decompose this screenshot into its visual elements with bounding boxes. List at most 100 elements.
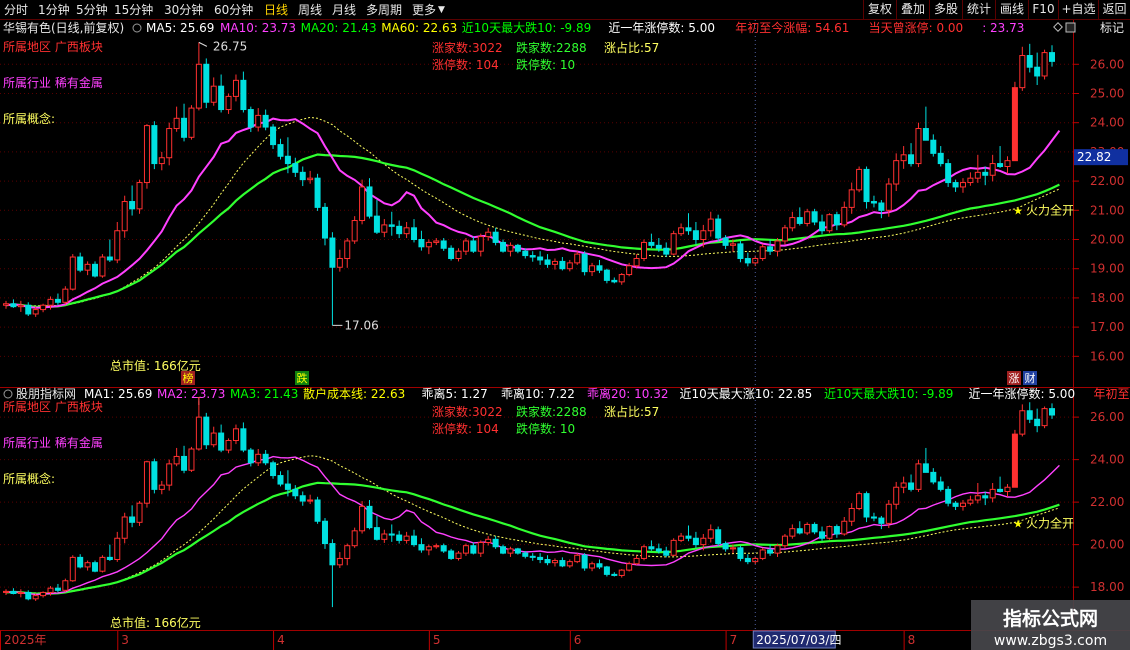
main-candle-body[interactable] [670,233,677,255]
sub-candle-body[interactable] [173,455,180,465]
main-candle-body[interactable] [989,163,996,176]
sub-candle-body[interactable] [218,432,225,451]
sub-candle-body[interactable] [292,488,299,497]
main-candle-body[interactable] [848,189,855,208]
sub-candle-body[interactable] [945,488,952,504]
main-candle-body[interactable] [997,163,1004,167]
sub-candle-body[interactable] [40,591,47,597]
main-candle-body[interactable] [678,227,685,235]
sub-candle-body[interactable] [566,561,573,567]
sub-candle-body[interactable] [47,587,54,593]
toolbar-button-4[interactable]: 画线 [995,0,1028,20]
sub-candle-body[interactable] [648,546,655,550]
main-candle-body[interactable] [411,227,418,241]
sub-candle-body[interactable] [3,590,9,593]
main-candle-body[interactable] [841,206,848,226]
sub-candle-body[interactable] [767,549,774,554]
main-candle-body[interactable] [433,240,440,243]
main-candle-body[interactable] [507,244,514,252]
period-tab-0[interactable]: 分时 [4,2,28,18]
sub-candle-body[interactable] [106,556,113,560]
main-candle-body[interactable] [774,240,781,252]
main-candle-body[interactable] [574,253,581,264]
period-tab-9[interactable]: 多周期 [366,2,402,18]
main-candle-body[interactable] [982,171,989,176]
main-candle-body[interactable] [767,246,774,252]
sub-candle-body[interactable] [930,471,937,483]
main-candle-body[interactable] [626,265,633,276]
sub-candle-body[interactable] [559,560,566,567]
sub-candle-body[interactable] [143,461,150,504]
main-candle-body[interactable] [500,241,507,252]
sub-candle-body[interactable] [344,545,351,559]
sub-candle-body[interactable] [1049,408,1055,416]
sub-candle-body[interactable] [158,484,165,490]
main-candle-body[interactable] [92,263,99,277]
main-candle-body[interactable] [811,211,818,223]
sub-candle-body[interactable] [359,505,366,532]
period-tab-3[interactable]: 15分钟 [114,2,153,18]
main-candle-body[interactable] [537,256,544,261]
sub-candle-body[interactable] [900,482,907,488]
period-tab-7[interactable]: 周线 [298,2,322,18]
main-candle-body[interactable] [959,182,966,188]
main-candle-body[interactable] [826,214,833,232]
sub-candle-body[interactable] [299,495,306,502]
main-candle-body[interactable] [181,117,188,138]
sub-candle-body[interactable] [470,545,477,554]
main-candle-body[interactable] [648,241,655,246]
period-tab-8[interactable]: 月线 [332,2,356,18]
main-candle-body[interactable] [730,243,737,246]
main-candle-body[interactable] [618,274,625,283]
sub-candle-body[interactable] [225,440,232,451]
sub-candle-body[interactable] [262,453,269,464]
main-candle-body[interactable] [1019,55,1026,89]
sub-candle-body[interactable] [959,502,966,507]
sub-candle-body[interactable] [203,416,210,446]
sub-candle-body[interactable] [121,516,128,539]
sub-candle-body[interactable] [307,499,314,502]
sub-candle-body[interactable] [596,563,603,568]
main-candle-body[interactable] [158,157,165,165]
main-candle-body[interactable] [225,95,232,111]
main-candle-body[interactable] [440,240,447,249]
main-candle-body[interactable] [255,114,262,128]
sub-candle-body[interactable] [77,556,84,568]
main-candle-body[interactable] [819,221,826,232]
sub-candle-body[interactable] [707,529,714,539]
sub-candle-body[interactable] [381,533,388,540]
sub-candle-body[interactable] [685,535,692,539]
sub-candle-body[interactable] [500,546,507,554]
sub-candle-body[interactable] [581,554,588,569]
main-candle-body[interactable] [47,298,54,306]
sub-candle-body[interactable] [826,526,833,539]
main-candle-body[interactable] [121,201,128,232]
sub-candle-body[interactable] [507,548,514,554]
main-candle-body[interactable] [603,269,610,281]
main-candle-body[interactable] [1041,52,1048,77]
sub-candle-body[interactable] [715,529,722,545]
main-candle-body[interactable] [54,298,61,303]
sub-candle-body[interactable] [247,449,254,464]
main-candle-body[interactable] [32,309,39,315]
main-candle-body[interactable] [425,241,432,248]
main-candle-body[interactable] [203,63,210,103]
main-candle-body[interactable] [952,182,959,188]
sub-candle-body[interactable] [781,535,788,547]
sub-candle-body[interactable] [722,543,729,550]
sub-candle-body[interactable] [1026,410,1033,420]
sub-candle-body[interactable] [403,535,410,541]
main-candle-body[interactable] [329,237,336,268]
toolbar-button-2[interactable]: 多股 [929,0,962,20]
main-candle-body[interactable] [559,260,566,270]
main-candle-body[interactable] [885,183,892,211]
main-candle-body[interactable] [188,107,195,138]
sub-candle-body[interactable] [232,428,239,441]
period-tab-1[interactable]: 1分钟 [38,2,70,18]
sub-candle-body[interactable] [915,463,922,490]
sub-candle-body[interactable] [804,523,811,534]
sub-candle-body[interactable] [181,455,188,471]
main-candle-body[interactable] [1011,87,1018,162]
main-candle-body[interactable] [1004,160,1011,167]
main-candle-body[interactable] [640,241,647,259]
